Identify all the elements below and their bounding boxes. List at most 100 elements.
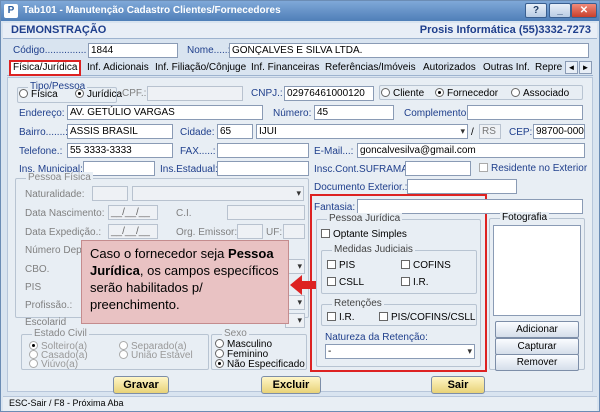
natureza-select[interactable]: - [325, 344, 475, 359]
radio-icon [119, 341, 128, 350]
orgao-field[interactable] [237, 224, 263, 239]
orgao-label: Org. Emissor: [176, 227, 238, 238]
checkbox-icon [401, 277, 410, 286]
checkbox-icon [327, 312, 336, 321]
telefone-label: Telefone.: [19, 146, 63, 157]
suframa-label: Insc.Cont.SUFRAMA: [314, 164, 411, 175]
cnpj-field[interactable]: 02976461000120 [284, 86, 374, 101]
expedicao-label: Data Expedição.: [25, 227, 102, 238]
associado-radio[interactable]: Associado [511, 88, 569, 99]
medida-cofins-checkbox[interactable]: COFINS [401, 260, 451, 271]
tab-next-icon[interactable]: ► [579, 61, 592, 74]
fisica-radio[interactable]: Física [19, 89, 58, 100]
juridica-radio[interactable]: Jurídica [75, 89, 122, 100]
fax-field[interactable] [217, 143, 309, 158]
cep-field[interactable]: 98700-000 [533, 124, 585, 139]
fornecedor-radio[interactable]: Fornecedor [435, 88, 498, 99]
cnpj-label: CNPJ.: [251, 88, 283, 99]
numero-field[interactable]: 45 [314, 105, 394, 120]
radio-icon [381, 88, 390, 97]
pessoa-juridica-legend: Pessoa Jurídica [327, 213, 403, 224]
ins-estadual-field[interactable] [217, 161, 309, 176]
escolaridade-label: Escolarid [25, 317, 67, 328]
complemento-field[interactable] [467, 105, 583, 120]
optante-simples-checkbox[interactable]: Optante Simples [321, 229, 407, 240]
callout-text-1: Caso o fornecedor seja [90, 246, 225, 261]
help-button[interactable]: ? [525, 3, 547, 18]
adicionar-button[interactable]: Adicionar [495, 321, 579, 338]
fantasia-field[interactable] [357, 199, 583, 214]
ci-field[interactable] [227, 205, 305, 220]
tab-bar: Física/Jurídica Inf. Adicionais Inf. Fil… [7, 60, 593, 76]
uf-field[interactable]: RS [479, 124, 501, 139]
natureza-label: Natureza da Retenção: [325, 332, 428, 343]
medida-csll-checkbox[interactable]: CSLL [327, 277, 364, 288]
checkbox-icon [321, 229, 330, 238]
bairro-label: Bairro.......: [19, 127, 68, 138]
naturalidade-code-field[interactable] [92, 186, 128, 201]
medida-ir-label: I.R. [413, 277, 429, 288]
radio-selected-icon [75, 89, 84, 98]
remover-button[interactable]: Remover [495, 354, 579, 371]
uf-rg-field[interactable] [283, 224, 305, 239]
nao-especificado-radio[interactable]: Não Especificado [215, 359, 305, 370]
bairro-field[interactable]: ASSIS BRASIL [67, 124, 173, 139]
numero-label: Número: [273, 108, 312, 119]
radio-icon [119, 350, 128, 359]
telefone-field[interactable]: 55 3333-3333 [67, 143, 173, 158]
uniao-estavel-radio[interactable]: União Estável [119, 350, 193, 361]
fornecedor-label: Fornecedor [447, 88, 499, 99]
excluir-button[interactable]: Excluir [261, 376, 321, 394]
suframa-field[interactable] [405, 161, 471, 176]
pessoa-fisica-legend: Pessoa Física [26, 172, 93, 183]
tab-referencias[interactable]: Referências/Imóveis [323, 60, 418, 76]
cliente-radio[interactable]: Cliente [381, 88, 424, 99]
sair-button[interactable]: Sair [431, 376, 485, 394]
ins-municipal-field[interactable] [83, 161, 155, 176]
uniao-estavel-label: União Estável [131, 350, 193, 361]
radio-icon [19, 89, 28, 98]
radio-icon [29, 350, 38, 359]
medida-ir-checkbox[interactable]: I.R. [401, 277, 429, 288]
medida-pis-checkbox[interactable]: PIS [327, 260, 355, 271]
radio-icon [511, 88, 520, 97]
tab-inf-financeiras[interactable]: Inf. Financeiras [249, 60, 321, 76]
tab-representantes[interactable]: Repre [533, 60, 564, 76]
endereco-field[interactable]: AV. GETÚLIO VARGAS [67, 105, 263, 120]
cpf-field[interactable] [147, 86, 243, 101]
tab-prev-icon[interactable]: ◄ [565, 61, 578, 74]
tab-autorizados[interactable]: Autorizados [421, 60, 478, 76]
medida-pis-label: PIS [339, 260, 356, 271]
minimize-button[interactable]: _ [549, 3, 571, 18]
retencao-ir-checkbox[interactable]: I.R. [327, 312, 355, 323]
doc-exterior-field[interactable] [407, 179, 517, 194]
codigo-field[interactable]: 1844 [88, 43, 178, 58]
email-field[interactable]: goncalvesilva@gmail.com [357, 143, 585, 158]
associado-label: Associado [523, 88, 570, 99]
estado-civil-legend: Estado Civil [32, 328, 89, 339]
nome-field[interactable]: GONÇALVES E SILVA LTDA. [229, 43, 589, 58]
cidade-select[interactable]: IJUI [256, 124, 468, 139]
expedicao-field[interactable]: __/__/__ [108, 224, 158, 239]
checkbox-icon [379, 312, 388, 321]
fotografia-legend: Fotografia [500, 212, 550, 223]
viuvo-radio[interactable]: Viúvo(a) [29, 359, 78, 370]
retencao-pis-checkbox[interactable]: PIS/COFINS/CSLL [379, 312, 475, 323]
tab-inf-adicionais[interactable]: Inf. Adicionais [85, 60, 151, 76]
application-window: P Tab101 - Manutenção Cadastro Clientes/… [0, 0, 600, 412]
nascimento-field[interactable]: __/__/__ [108, 205, 158, 220]
photo-frame [493, 225, 581, 316]
cidade-code-field[interactable]: 65 [217, 124, 253, 139]
naturalidade-select[interactable] [132, 186, 304, 201]
gravar-button[interactable]: Gravar [113, 376, 169, 394]
tab-outras-inf[interactable]: Outras Inf. [481, 60, 532, 76]
tab-fisica-juridica[interactable]: Física/Jurídica [9, 60, 82, 76]
uf-separator: / [471, 127, 474, 138]
residente-checkbox[interactable]: Residente no Exterior [479, 163, 587, 174]
cliente-label: Cliente [393, 88, 425, 99]
close-button[interactable]: ✕ [571, 3, 597, 18]
email-label: E-Mail...: [314, 146, 354, 157]
radio-icon [29, 359, 38, 368]
tab-inf-filiacao[interactable]: Inf. Filiação/Cônjuge [153, 60, 248, 76]
capturar-button[interactable]: Capturar [495, 338, 579, 355]
